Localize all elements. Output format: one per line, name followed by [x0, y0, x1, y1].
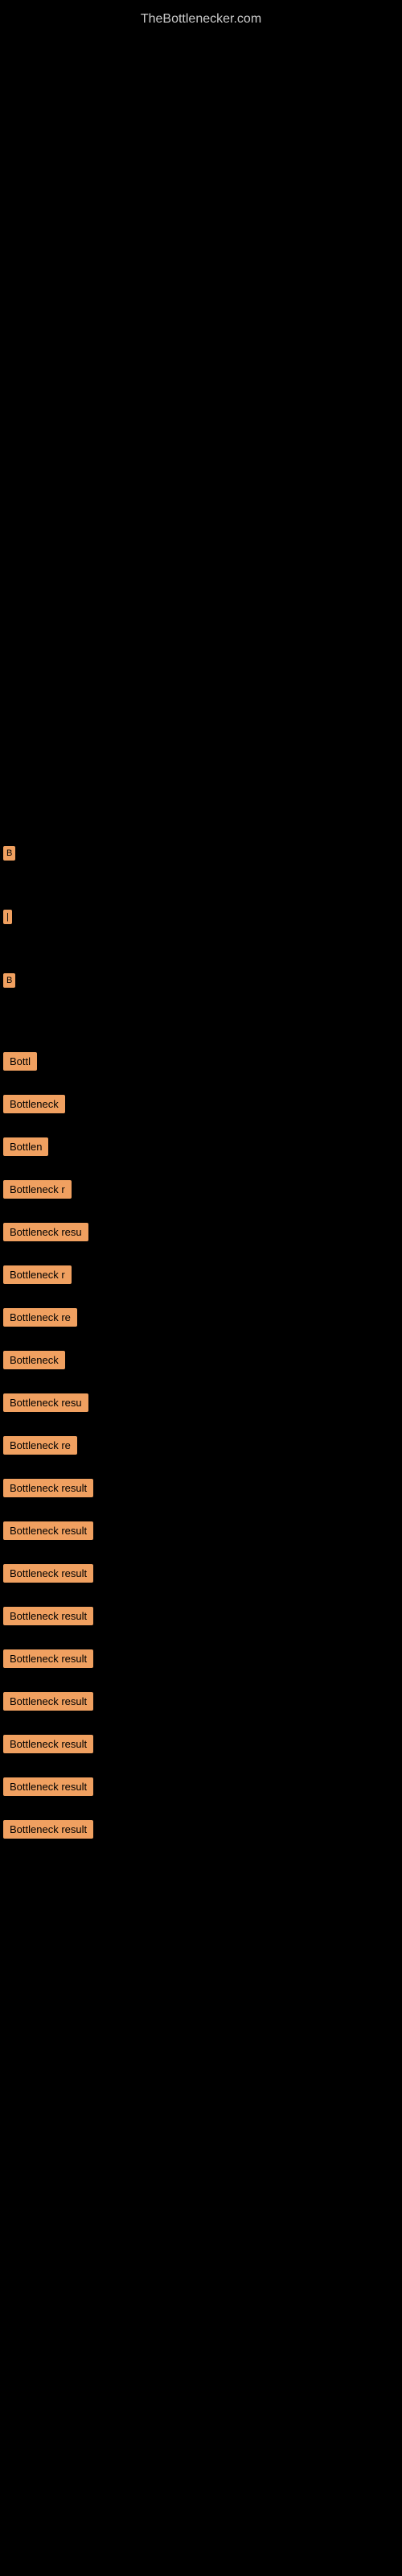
bottleneck-item-4: Bottl	[0, 1052, 402, 1071]
bottleneck-label-14: Bottleneck result	[3, 1479, 93, 1497]
bottleneck-label-2: |	[3, 910, 12, 924]
bottleneck-label-16: Bottleneck result	[3, 1564, 93, 1583]
bottleneck-item-18: Bottleneck result	[0, 1649, 402, 1668]
bottleneck-label-15: Bottleneck result	[3, 1521, 93, 1540]
bottleneck-label-12: Bottleneck resu	[3, 1393, 88, 1412]
bottleneck-item-1: B	[0, 845, 402, 861]
bottleneck-label-7: Bottleneck r	[3, 1180, 72, 1199]
bottleneck-label-18: Bottleneck result	[3, 1649, 93, 1668]
bottleneck-label-5: Bottleneck	[3, 1095, 65, 1113]
bottleneck-label-17: Bottleneck result	[3, 1607, 93, 1625]
bottleneck-item-22: Bottleneck result	[0, 1820, 402, 1839]
bottleneck-label-1: B	[3, 846, 15, 861]
bottleneck-item-12: Bottleneck resu	[0, 1393, 402, 1412]
bottleneck-label-21: Bottleneck result	[3, 1777, 93, 1796]
bottleneck-label-13: Bottleneck re	[3, 1436, 77, 1455]
bottleneck-label-20: Bottleneck result	[3, 1735, 93, 1753]
bottleneck-item-10: Bottleneck re	[0, 1308, 402, 1327]
bottleneck-item-20: Bottleneck result	[0, 1735, 402, 1753]
bottleneck-item-19: Bottleneck result	[0, 1692, 402, 1711]
bottleneck-item-9: Bottleneck r	[0, 1265, 402, 1284]
bottleneck-item-7: Bottleneck r	[0, 1180, 402, 1199]
bottleneck-item-8: Bottleneck resu	[0, 1223, 402, 1241]
bottleneck-item-2: |	[0, 909, 402, 924]
bottleneck-label-9: Bottleneck r	[3, 1265, 72, 1284]
bottleneck-item-14: Bottleneck result	[0, 1479, 402, 1497]
bottleneck-label-10: Bottleneck re	[3, 1308, 77, 1327]
bottleneck-label-8: Bottleneck resu	[3, 1223, 88, 1241]
bottleneck-item-11: Bottleneck	[0, 1351, 402, 1369]
site-title: TheBottlenecker.com	[0, 4, 402, 27]
bottleneck-item-16: Bottleneck result	[0, 1564, 402, 1583]
bottleneck-item-15: Bottleneck result	[0, 1521, 402, 1540]
bottleneck-item-21: Bottleneck result	[0, 1777, 402, 1796]
bottleneck-label-3: B	[3, 973, 15, 988]
bottleneck-label-6: Bottlen	[3, 1137, 48, 1156]
bottleneck-label-22: Bottleneck result	[3, 1820, 93, 1839]
bottleneck-label-19: Bottleneck result	[3, 1692, 93, 1711]
bottleneck-item-5: Bottleneck	[0, 1095, 402, 1113]
bottleneck-items-container: B | B Bottl Bottleneck Bottlen Bottleneck r Bot…	[0, 845, 402, 1845]
bottleneck-item-13: Bottleneck re	[0, 1436, 402, 1455]
bottleneck-label-11: Bottleneck	[3, 1351, 65, 1369]
bottleneck-label-4: Bottl	[3, 1052, 37, 1071]
bottleneck-item-17: Bottleneck result	[0, 1607, 402, 1625]
bottleneck-item-6: Bottlen	[0, 1137, 402, 1156]
bottleneck-item-3: B	[0, 972, 402, 988]
